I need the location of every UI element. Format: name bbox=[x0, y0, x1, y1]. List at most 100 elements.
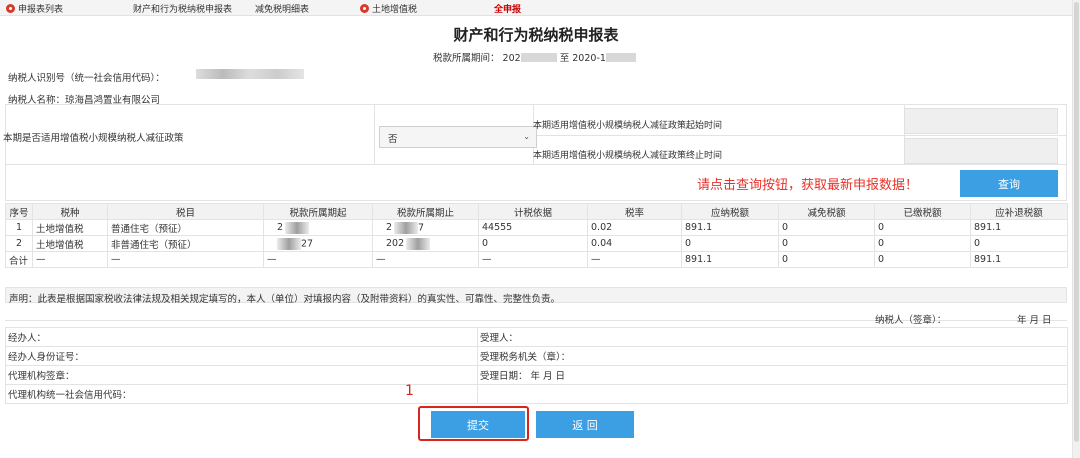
cell-tax: 土地增值税 bbox=[32, 219, 108, 236]
policy-question: 本期是否适用增值税小规模纳税人减征政策 bbox=[3, 133, 184, 144]
cell-text: 2 bbox=[386, 222, 393, 233]
col-header: 税款所属期起 bbox=[263, 203, 373, 220]
agency-seal-label: 代理机构签章： bbox=[5, 365, 478, 385]
cell-due: 0 bbox=[970, 235, 1068, 252]
cell-text: 2 bbox=[277, 222, 284, 233]
signature-row: 经办人身份证号： 受理税务机关（章）： bbox=[5, 346, 1068, 366]
scrollbar-thumb[interactable] bbox=[1074, 2, 1079, 442]
period-end: 2020-1 bbox=[572, 53, 606, 64]
cell-tax: 土地增值税 bbox=[32, 235, 108, 252]
col-header: 税率 bbox=[587, 203, 682, 220]
nav-land-vat[interactable]: 土地增值税 bbox=[360, 2, 417, 15]
signature-table: 经办人： 受理人： 经办人身份证号： 受理税务机关（章）： 代理机构签章： 受理… bbox=[5, 327, 1068, 404]
cell-period-end: 27 bbox=[372, 219, 479, 236]
col-header: 已缴税额 bbox=[874, 203, 971, 220]
nav-relief-details[interactable]: 减免税明细表 bbox=[255, 2, 309, 15]
cell-rate: 0.02 bbox=[587, 219, 682, 236]
redacted-block bbox=[520, 53, 557, 62]
query-button[interactable]: 查询 bbox=[960, 170, 1058, 197]
taxpayer-sign-label: 纳税人（签章）： bbox=[875, 315, 947, 326]
cell-dash: — bbox=[263, 251, 373, 268]
cell-text: 7 bbox=[418, 222, 425, 233]
chevron-down-icon: ⌄ bbox=[523, 132, 530, 141]
tax-office-label: 受理税务机关（章）： bbox=[477, 346, 1068, 366]
declaration-statement: 声明：此表是根据国家税收法律法规及相关规定填写的，本人（单位）对填报内容（及附带… bbox=[5, 287, 1067, 305]
taxpayer-id-label: 纳税人识别号（统一社会信用代码）： bbox=[8, 73, 165, 84]
cell-paid: 0 bbox=[874, 219, 971, 236]
cell-paid: 0 bbox=[874, 235, 971, 252]
cell-dash: — bbox=[372, 251, 479, 268]
cell-rate: 0.04 bbox=[587, 235, 682, 252]
cell-relief: 0 bbox=[778, 251, 875, 268]
page-title: 财产和行为税纳税申报表 bbox=[453, 26, 619, 44]
period-to: 至 bbox=[559, 53, 570, 64]
table-row: 1 土地增值税 普通住宅（预征） 2 27 44555 0.02 891.1 0… bbox=[5, 219, 1068, 236]
cell-period-start: 27 bbox=[263, 235, 373, 252]
nav-property-tax-form[interactable]: 财产和行为税纳税申报表 bbox=[133, 2, 232, 15]
cell-dash: — bbox=[107, 251, 264, 268]
policy-select[interactable]: 否 ⌄ bbox=[379, 126, 537, 148]
record-dot-icon bbox=[360, 4, 369, 13]
receiver-label: 受理人： bbox=[477, 327, 1068, 347]
col-header: 税种 bbox=[32, 203, 108, 220]
tax-period: 税款所属期间： 202 至 2020-1 bbox=[433, 50, 636, 64]
cell-dash: — bbox=[478, 251, 588, 268]
policy-end-date-input[interactable] bbox=[904, 138, 1058, 164]
policy-start-label: 本期适用增值税小规模纳税人减征政策起始时间 bbox=[533, 121, 723, 131]
divider bbox=[374, 105, 375, 164]
signature-row: 代理机构签章： 受理日期： 年 月 日 bbox=[5, 365, 1068, 385]
cell-payable: 891.1 bbox=[681, 251, 779, 268]
vertical-scrollbar[interactable] bbox=[1072, 0, 1080, 458]
cell-dash: — bbox=[32, 251, 108, 268]
cell-text: 27 bbox=[301, 238, 314, 249]
policy-select-value: 否 bbox=[388, 134, 398, 145]
col-header: 应补退税额 bbox=[970, 203, 1068, 220]
nav-declaration-list[interactable]: 申报表列表 bbox=[6, 2, 63, 15]
total-row: 合计 — — — — — — 891.1 0 0 891.1 bbox=[5, 251, 1068, 268]
table-row: 2 土地增值税 非普通住宅（预征） 27 202 0 0.04 0 0 0 0 bbox=[5, 235, 1068, 252]
cell-item: 普通住宅（预征） bbox=[107, 219, 264, 236]
redacted-block bbox=[277, 237, 301, 250]
cell-no: 2 bbox=[5, 235, 33, 252]
cell-period-end: 202 bbox=[372, 235, 479, 252]
cell-due: 891.1 bbox=[970, 251, 1068, 268]
back-button[interactable]: 返 回 bbox=[536, 411, 634, 438]
total-label: 合计 bbox=[5, 251, 33, 268]
cell-relief: 0 bbox=[778, 235, 875, 252]
redacted-block bbox=[394, 221, 419, 234]
cell-basis: 0 bbox=[478, 235, 588, 252]
cell-payable: 0 bbox=[681, 235, 779, 252]
sign-date: 年 月 日 bbox=[1017, 315, 1052, 326]
redacted-block bbox=[605, 53, 636, 62]
query-message: 请点击查询按钮，获取最新申报数据！ bbox=[697, 178, 919, 193]
submit-button[interactable]: 提交 bbox=[431, 411, 525, 438]
col-header: 应纳税额 bbox=[681, 203, 779, 220]
cell-dash: — bbox=[587, 251, 682, 268]
cell-period-start: 2 bbox=[263, 219, 373, 236]
cell-text: 202 bbox=[386, 238, 405, 249]
cell-payable: 891.1 bbox=[681, 219, 779, 236]
policy-end-label: 本期适用增值税小规模纳税人减征政策终止时间 bbox=[533, 151, 723, 161]
cell-relief: 0 bbox=[778, 219, 875, 236]
nav-full-declaration[interactable]: 全申报 bbox=[494, 2, 521, 15]
redacted-block bbox=[406, 237, 431, 250]
col-header: 税款所属期止 bbox=[372, 203, 479, 220]
col-header: 减免税额 bbox=[778, 203, 875, 220]
cell-item: 非普通住宅（预征） bbox=[107, 235, 264, 252]
redacted-taxpayer-id bbox=[196, 69, 304, 79]
annotation-number: 1 bbox=[405, 383, 414, 399]
period-start: 202 bbox=[502, 53, 521, 64]
col-header: 计税依据 bbox=[478, 203, 588, 220]
signature-row: 代理机构统一社会信用代码： bbox=[5, 384, 1068, 404]
col-header: 序号 bbox=[5, 203, 33, 220]
cell-due: 891.1 bbox=[970, 219, 1068, 236]
accept-date-label: 受理日期： 年 月 日 bbox=[477, 365, 1068, 385]
signature-row: 经办人： 受理人： bbox=[5, 327, 1068, 347]
cell-basis: 44555 bbox=[478, 219, 588, 236]
col-header: 税目 bbox=[107, 203, 264, 220]
redacted-block bbox=[285, 221, 310, 234]
policy-start-date-input[interactable] bbox=[904, 108, 1058, 134]
declaration-table: 序号 税种 税目 税款所属期起 税款所属期止 计税依据 税率 应纳税额 减免税额… bbox=[5, 203, 1068, 268]
table-header-row: 序号 税种 税目 税款所属期起 税款所属期止 计税依据 税率 应纳税额 减免税额… bbox=[5, 203, 1068, 220]
top-nav-bar: 申报表列表 财产和行为税纳税申报表 减免税明细表 土地增值税 全申报 bbox=[0, 0, 1072, 16]
